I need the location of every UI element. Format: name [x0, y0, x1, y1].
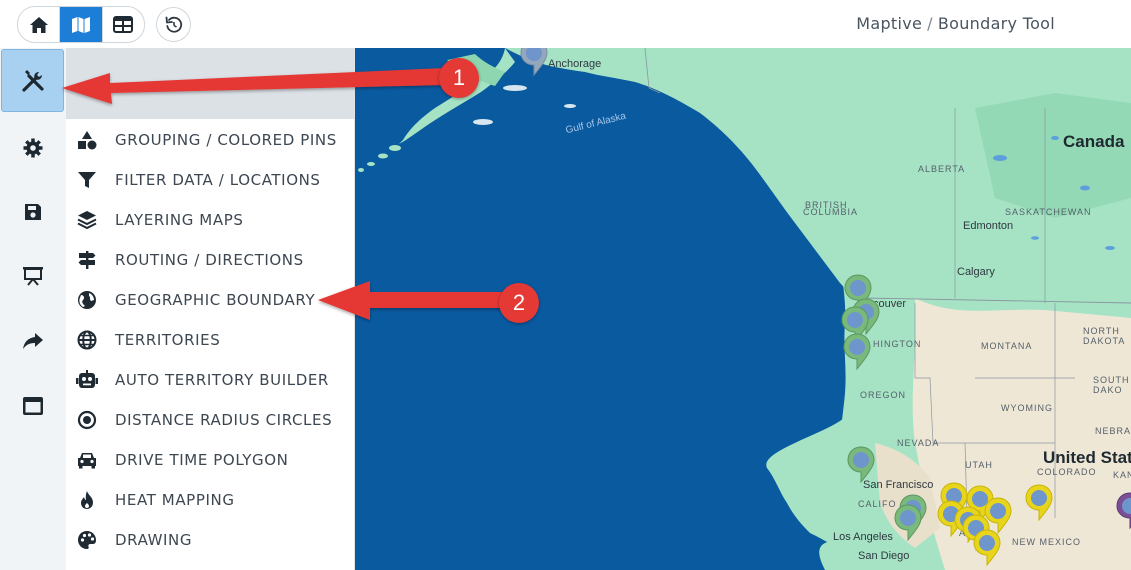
presentation-button[interactable]: [0, 248, 66, 304]
table-view-button[interactable]: [101, 7, 144, 42]
top-bar: Maptive / Boundary Tool: [0, 0, 1131, 48]
tools-button[interactable]: [1, 49, 64, 112]
menu-item-filter[interactable]: FILTER DATA / LOCATIONS: [66, 160, 354, 200]
palette-icon: [75, 528, 99, 552]
breadcrumb-page: Boundary Tool: [937, 14, 1055, 33]
menu-item-label: DISTANCE RADIUS CIRCLES: [115, 411, 333, 429]
menu-item-label: TERRITORIES: [115, 331, 221, 349]
menu-item-label: ROUTING / DIRECTIONS: [115, 251, 304, 269]
map-pin[interactable]: [847, 446, 875, 483]
menu-item-drive-time[interactable]: DRIVE TIME POLYGON: [66, 440, 354, 480]
menu-item-label: GROUPING / COLORED PINS: [115, 131, 337, 149]
settings-button[interactable]: [0, 120, 66, 176]
menu-item-label: FILTER DATA / LOCATIONS: [115, 171, 321, 189]
share-icon: [23, 333, 43, 349]
menu-item-label: HEAT MAPPING: [115, 491, 235, 509]
table-icon: [113, 16, 134, 33]
breadcrumb-app[interactable]: Maptive: [856, 14, 922, 33]
menu-item-distance-radius[interactable]: DISTANCE RADIUS CIRCLES: [66, 400, 354, 440]
globe-icon: [75, 288, 99, 312]
menu-item-label: DRIVE TIME POLYGON: [115, 451, 289, 469]
breadcrumb: Maptive / Boundary Tool: [856, 14, 1055, 33]
window-icon: [23, 397, 43, 415]
save-icon: [25, 204, 41, 220]
map-pin[interactable]: [843, 333, 871, 370]
breadcrumb-separator: /: [927, 14, 933, 33]
undo-icon: [165, 16, 182, 33]
side-rail: [0, 48, 67, 570]
share-button[interactable]: [0, 313, 66, 369]
menu-item-grouping[interactable]: GROUPING / COLORED PINS: [66, 120, 354, 160]
layers-icon: [75, 208, 99, 232]
undo-button[interactable]: [156, 7, 191, 42]
filter-icon: [75, 168, 99, 192]
menu-item-routing[interactable]: ROUTING / DIRECTIONS: [66, 240, 354, 280]
tools-panel: ✕ GROUPING / COLORED PINS FILTER DATA / …: [66, 48, 355, 570]
menu-item-label: LAYERING MAPS: [115, 211, 244, 229]
tools-icon: [21, 69, 44, 92]
globe-grid-icon: [75, 328, 99, 352]
window-button[interactable]: [0, 378, 66, 434]
shapes-icon: [75, 128, 99, 152]
map-view-button[interactable]: [59, 7, 102, 42]
map-pin[interactable]: [1025, 484, 1053, 521]
menu-item-auto-territory-builder[interactable]: AUTO TERRITORY BUILDER: [66, 360, 354, 400]
map-pins: [520, 48, 1131, 566]
car-icon: [75, 448, 99, 472]
gear-icon: [23, 138, 43, 158]
menu-item-label: DRAWING: [115, 531, 193, 549]
map-pin[interactable]: [973, 529, 1001, 566]
menu-item-label: GEOGRAPHIC BOUNDARY: [115, 291, 316, 309]
annotation-badge-1: 1: [439, 58, 479, 98]
menu-item-heat-mapping[interactable]: HEAT MAPPING: [66, 480, 354, 520]
home-view-button[interactable]: [18, 7, 59, 42]
home-icon: [29, 16, 48, 33]
tools-menu: GROUPING / COLORED PINS FILTER DATA / LO…: [66, 120, 354, 560]
map-canvas[interactable]: Anchorage Gulf of Alaska Canada ALBERTA …: [355, 48, 1131, 570]
map-icon: [71, 16, 90, 33]
fire-icon: [75, 488, 99, 512]
robot-icon: [75, 368, 99, 392]
map-pin[interactable]: [894, 504, 922, 541]
radius-icon: [75, 408, 99, 432]
map-pin[interactable]: [520, 48, 548, 76]
menu-item-drawing[interactable]: DRAWING: [66, 520, 354, 560]
annotation-badge-2: 2: [499, 283, 539, 323]
menu-item-geographic-boundary[interactable]: GEOGRAPHIC BOUNDARY: [66, 280, 354, 320]
menu-item-layering[interactable]: LAYERING MAPS: [66, 200, 354, 240]
panel-header: ✕: [66, 48, 354, 119]
presentation-icon: [23, 267, 43, 286]
save-button[interactable]: [0, 184, 66, 240]
map-pin[interactable]: [1116, 492, 1131, 529]
menu-item-territories[interactable]: TERRITORIES: [66, 320, 354, 360]
signpost-icon: [75, 248, 99, 272]
close-icon[interactable]: ✕: [328, 74, 340, 91]
view-toggle: [17, 6, 145, 43]
menu-item-label: AUTO TERRITORY BUILDER: [115, 371, 329, 389]
